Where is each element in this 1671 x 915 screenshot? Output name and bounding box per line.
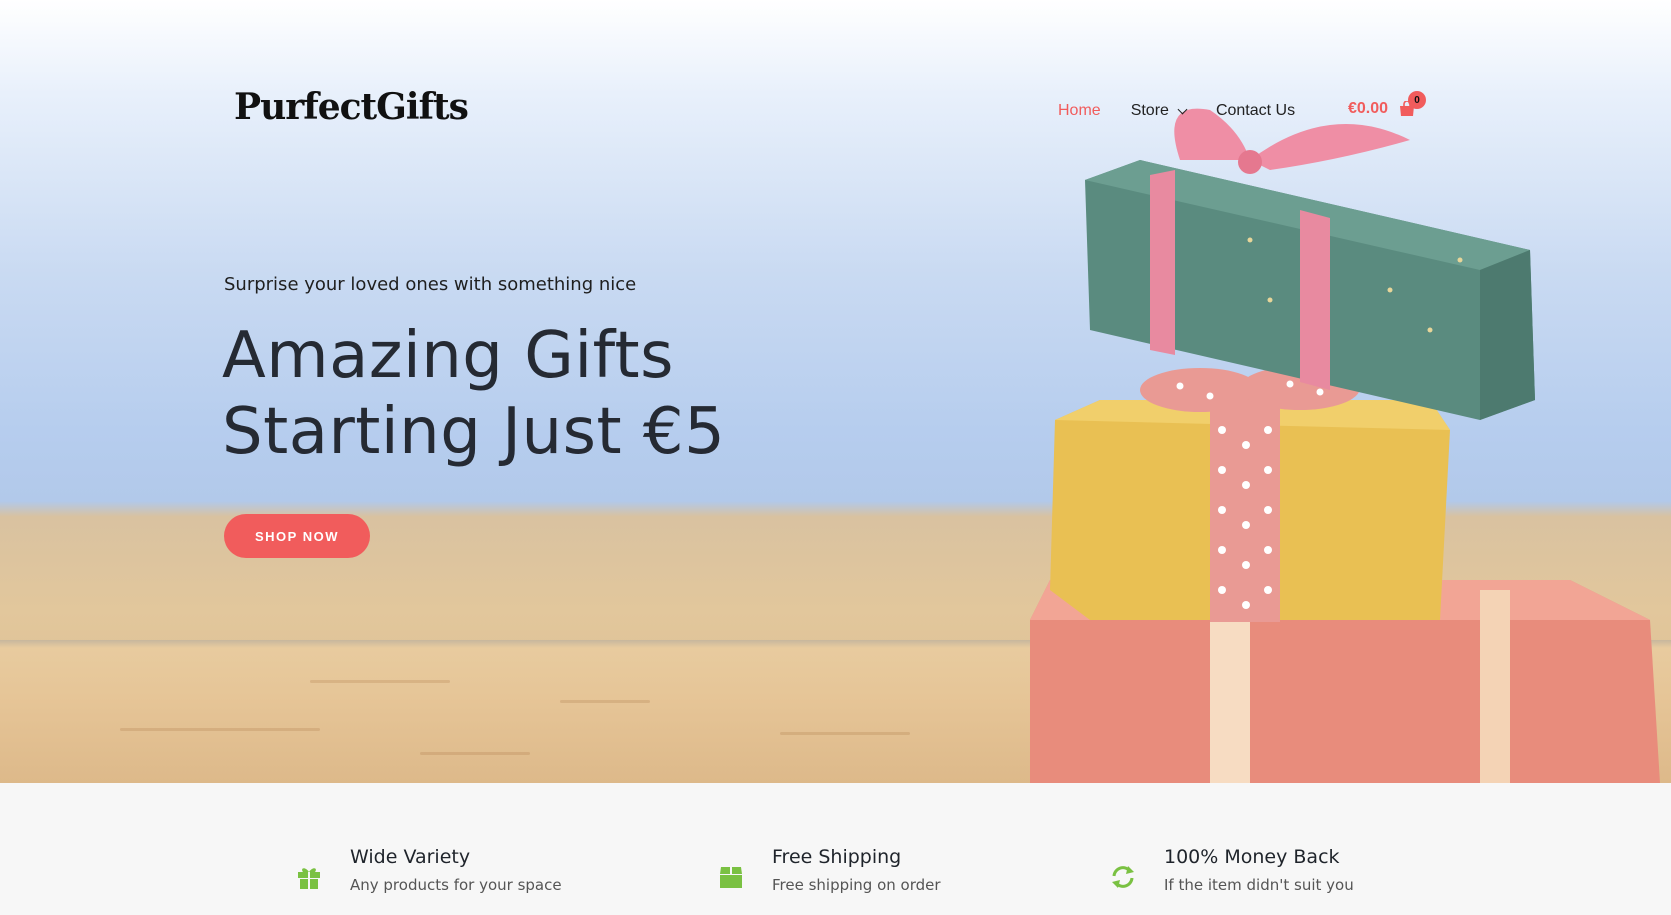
box-icon bbox=[718, 864, 748, 894]
nav-item-contact[interactable]: Contact Us bbox=[1216, 102, 1295, 120]
cart-button[interactable]: €0.00 0 bbox=[1348, 91, 1427, 118]
feature-money-back: 100% Money Back If the item didn't suit … bbox=[1110, 846, 1354, 894]
feature-desc: Free shipping on order bbox=[772, 876, 941, 894]
feature-desc: Any products for your space bbox=[350, 876, 562, 894]
cart-total: €0.00 bbox=[1348, 100, 1389, 117]
features-bar: Wide Variety Any products for your space… bbox=[0, 783, 1671, 915]
gift-boxes-image bbox=[1030, 108, 1660, 783]
feature-title: Free Shipping bbox=[772, 846, 902, 868]
feature-free-shipping: Free Shipping Free shipping on order bbox=[718, 846, 941, 894]
nav-item-label: Store bbox=[1130, 102, 1169, 119]
headline-line-2: Starting Just €5 bbox=[222, 395, 726, 469]
feature-desc: If the item didn't suit you bbox=[1164, 876, 1354, 894]
gift-icon bbox=[296, 864, 326, 894]
nav-item-label: Contact Us bbox=[1215, 102, 1296, 119]
chevron-down-icon bbox=[1177, 104, 1188, 114]
hero-section: PurfectGifts Home Store Contact Us €0.00… bbox=[0, 0, 1671, 783]
main-nav: Home Store Contact Us bbox=[1058, 102, 1325, 120]
feature-title: Wide Variety bbox=[350, 846, 471, 868]
nav-item-label: Home bbox=[1058, 102, 1101, 119]
nav-item-store[interactable]: Store bbox=[1130, 102, 1188, 120]
refresh-icon bbox=[1110, 864, 1140, 894]
hero-headline: Amazing Gifts Starting Just €5 bbox=[222, 318, 725, 470]
feature-title: 100% Money Back bbox=[1164, 846, 1340, 868]
nav-item-home[interactable]: Home bbox=[1058, 102, 1101, 120]
headline-line-1: Amazing Gifts bbox=[222, 319, 674, 393]
shop-now-button[interactable]: SHOP NOW bbox=[224, 514, 370, 558]
hero-tagline: Surprise your loved ones with something … bbox=[224, 274, 637, 295]
shopping-bag-icon: 0 bbox=[1398, 91, 1427, 117]
cart-count-badge: 0 bbox=[1408, 91, 1427, 109]
feature-wide-variety: Wide Variety Any products for your space bbox=[296, 846, 562, 894]
site-logo[interactable]: PurfectGifts bbox=[234, 86, 469, 128]
